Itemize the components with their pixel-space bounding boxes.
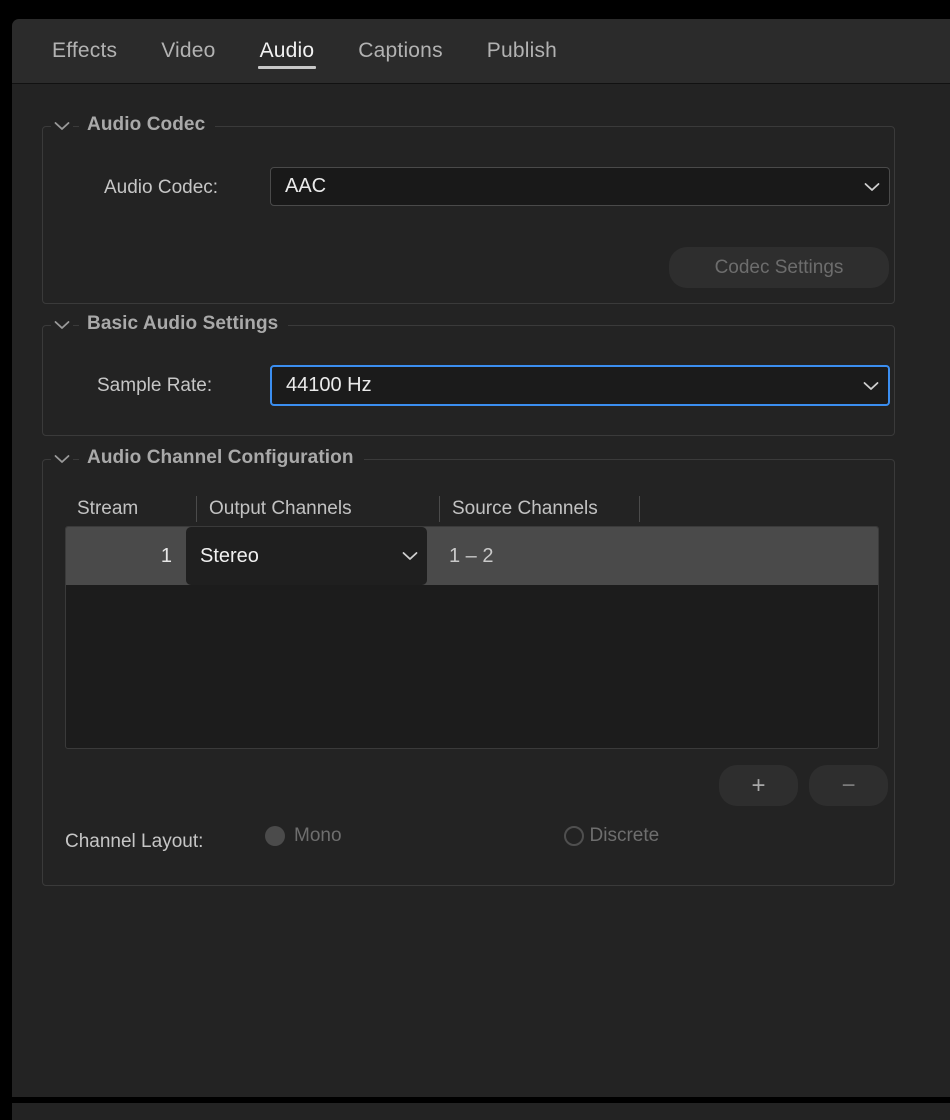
cell-stream: 1: [160, 544, 172, 567]
chevron-down-icon: [855, 182, 889, 192]
window-top-edge: [0, 0, 950, 19]
radio-mono[interactable]: Mono: [265, 825, 342, 847]
tab-captions[interactable]: Captions: [336, 19, 464, 83]
section-audio-channel-configuration-title: Audio Channel Configuration: [79, 447, 364, 469]
table-row[interactable]: 1 Stereo 1 – 2: [66, 527, 878, 585]
audio-codec-value: AAC: [285, 175, 327, 197]
remove-channel-button-label: −: [841, 771, 856, 799]
radio-discrete[interactable]: Discrete: [563, 825, 660, 847]
column-header-output-channels: Output Channels: [209, 498, 352, 519]
channel-config-table-body[interactable]: 1 Stereo 1 – 2: [65, 526, 879, 749]
radio-mono-label: Mono: [294, 825, 342, 846]
chevron-down-icon[interactable]: [51, 314, 73, 336]
window-left-edge: [0, 0, 12, 1120]
channel-config-table-header: Stream Output Channels Source Channels: [65, 492, 879, 526]
audio-settings-panel: Audio Codec Audio Codec: AAC Codec Setti…: [12, 84, 950, 1097]
tab-publish[interactable]: Publish: [465, 19, 579, 83]
chevron-down-icon: [393, 551, 427, 561]
section-audio-codec-title: Audio Codec: [79, 114, 216, 136]
tab-captions-label: Captions: [358, 39, 443, 62]
chevron-down-icon[interactable]: [51, 115, 73, 137]
channel-layout-radio-group: Mono Discrete: [265, 825, 659, 847]
radio-empty-icon: [563, 826, 584, 846]
radio-filled-icon: [265, 826, 285, 846]
sample-rate-select[interactable]: 44100 Hz: [270, 365, 890, 406]
channel-layout-label: Channel Layout:: [65, 831, 204, 852]
export-settings-window: Effects Video Audio Captions Publish Aud…: [0, 0, 950, 1120]
chevron-down-icon: [854, 381, 888, 391]
output-channels-select[interactable]: Stereo: [186, 527, 427, 585]
tab-effects[interactable]: Effects: [30, 19, 139, 83]
settings-tabbar: Effects Video Audio Captions Publish: [12, 19, 950, 84]
section-audio-channel-configuration: Audio Channel Configuration Stream Outpu…: [42, 447, 895, 886]
add-channel-button[interactable]: +: [719, 765, 798, 806]
tab-audio[interactable]: Audio: [238, 19, 337, 83]
radio-discrete-label: Discrete: [589, 825, 660, 846]
chevron-down-icon[interactable]: [51, 448, 73, 470]
channel-config-table: Stream Output Channels Source Channels 1…: [65, 492, 879, 751]
sample-rate-label: Sample Rate:: [97, 375, 213, 396]
column-header-source-channels: Source Channels: [452, 498, 598, 519]
tab-effects-label: Effects: [52, 39, 118, 62]
tab-audio-label: Audio: [259, 39, 315, 62]
tab-video[interactable]: Video: [139, 19, 237, 83]
audio-codec-select[interactable]: AAC: [270, 167, 890, 206]
window-bottom-strip: [12, 1103, 950, 1120]
remove-channel-button[interactable]: −: [809, 765, 888, 806]
cell-source-channels: 1 – 2: [449, 544, 494, 567]
add-channel-button-label: +: [751, 771, 766, 799]
audio-codec-label: Audio Codec:: [104, 177, 219, 198]
tab-video-label: Video: [161, 39, 216, 62]
output-channels-value: Stereo: [200, 544, 259, 567]
tab-publish-label: Publish: [486, 39, 558, 62]
column-header-stream: Stream: [77, 498, 139, 519]
section-basic-audio-settings: Basic Audio Settings Sample Rate: 44100 …: [42, 313, 895, 436]
column-divider: [639, 496, 640, 522]
section-basic-audio-settings-title: Basic Audio Settings: [79, 313, 289, 335]
codec-settings-button-label: Codec Settings: [714, 256, 844, 278]
cell-output-channels[interactable]: Stereo: [186, 527, 427, 585]
sample-rate-value: 44100 Hz: [286, 374, 372, 396]
codec-settings-button[interactable]: Codec Settings: [669, 247, 889, 288]
section-audio-codec: Audio Codec Audio Codec: AAC Codec Setti…: [42, 114, 895, 304]
